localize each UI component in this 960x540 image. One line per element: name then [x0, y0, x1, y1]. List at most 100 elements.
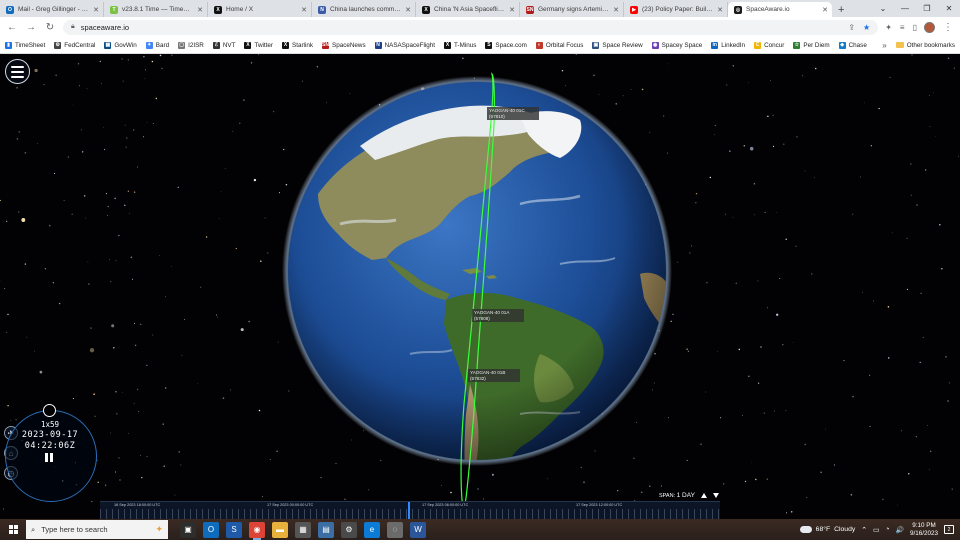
- browser-tab[interactable]: O Mail - Greg Gillinger - Outl ✕: [0, 2, 104, 17]
- file-explorer-icon[interactable]: ▬: [272, 521, 288, 538]
- taskbar-clock[interactable]: 9:10 PM 9/16/2023: [910, 522, 938, 538]
- restore-button[interactable]: ❐: [916, 4, 938, 13]
- back-button[interactable]: ←: [6, 22, 18, 33]
- browser-tab[interactable]: ▶ (23) Policy Paper: Building ✕: [624, 2, 728, 17]
- close-tab-icon[interactable]: ✕: [93, 6, 99, 14]
- timeline-cursor[interactable]: [408, 502, 410, 519]
- calculator-icon[interactable]: ▦: [295, 521, 311, 538]
- bookmark-item[interactable]: N NASASpaceFlight: [374, 41, 435, 49]
- browser-tab[interactable]: SN Germany signs Artemis Ac ✕: [520, 2, 624, 17]
- bookmark-item[interactable]: C Concur: [754, 41, 784, 49]
- new-tab-button[interactable]: +: [832, 2, 850, 17]
- edge-icon[interactable]: e: [364, 521, 380, 538]
- satellite-label-01a[interactable]: YAOGAN-40 01A (57808): [472, 309, 524, 322]
- browser-tab[interactable]: X Home / X ✕: [208, 2, 312, 17]
- bookmark-item[interactable]: ✦ Bard: [145, 41, 169, 49]
- span-increase-button[interactable]: [700, 493, 707, 498]
- bookmark-favicon-icon: C: [754, 41, 762, 49]
- close-tab-icon[interactable]: ✕: [717, 6, 723, 14]
- display-icon[interactable]: ▭: [873, 526, 879, 534]
- bookmark-label: Per Diem: [803, 41, 830, 49]
- minimize-button[interactable]: —: [894, 4, 916, 13]
- extensions-icon[interactable]: ✦: [885, 23, 892, 32]
- profile-avatar[interactable]: [924, 21, 935, 33]
- tab-search-button[interactable]: ⌄: [872, 4, 894, 13]
- time-rate-knob[interactable]: [43, 404, 56, 417]
- close-tab-icon[interactable]: ✕: [197, 6, 203, 14]
- bookmark-item[interactable]: X Twitter: [244, 41, 273, 49]
- outlook-icon[interactable]: O: [203, 521, 219, 538]
- bookmark-label: T-Minus: [454, 41, 477, 49]
- tab-title: Germany signs Artemis Ac: [538, 6, 610, 13]
- bookmark-favicon-icon: N: [374, 41, 382, 49]
- bookmark-label: TimeSheet: [15, 41, 46, 49]
- url-text[interactable]: spaceaware.io: [81, 23, 129, 32]
- bookmark-item[interactable]: ▮ TimeSheet: [5, 41, 46, 49]
- show-hidden-icons-button[interactable]: ⌃: [861, 526, 867, 534]
- timeline-label: 17 Sep 2023 00:00:00 UTC: [267, 503, 314, 507]
- reading-list-icon[interactable]: ≡: [900, 23, 905, 32]
- word-icon[interactable]: W: [410, 521, 426, 538]
- satellite-label-01c[interactable]: YAOGAN-40 01C (57810): [487, 107, 539, 120]
- photos-icon[interactable]: ▤: [318, 521, 334, 538]
- close-tab-icon[interactable]: ✕: [405, 6, 411, 14]
- search-placeholder: Type here to search: [41, 525, 108, 534]
- bookmarks-bar: ▮ TimeSheet ⚙ FedCentral ▦ GovWin ✦ Bard ▢ I2ISR ℰ…: [0, 37, 960, 54]
- network-icon[interactable]: ◔: [885, 526, 889, 534]
- reload-button[interactable]: ↻: [44, 22, 56, 33]
- other-bookmarks-folder[interactable]: Other bookmarks: [895, 42, 955, 49]
- weather-condition: Cloudy: [834, 526, 856, 533]
- browser-menu-icon[interactable]: ⋮: [942, 22, 954, 33]
- close-tab-icon[interactable]: ✕: [822, 6, 828, 14]
- share-icon[interactable]: ⇪: [848, 23, 855, 32]
- bookmark-item[interactable]: ◐ Orbital Focus: [535, 41, 583, 49]
- bookmark-item[interactable]: X Starlink: [282, 41, 313, 49]
- address-bar[interactable]: 🔒︎ spaceaware.io ⇪ ★: [63, 19, 879, 35]
- bookmark-item[interactable]: X T-Minus: [444, 41, 477, 49]
- bookmark-item[interactable]: ▢ I2ISR: [178, 41, 204, 49]
- bookmark-item[interactable]: ℰ NVT: [212, 41, 235, 49]
- bookmark-item[interactable]: ⚙ FedCentral: [54, 41, 95, 49]
- span-decrease-button[interactable]: [712, 493, 719, 498]
- satellite-label-01b[interactable]: YAOGAN-40 01B (57832): [468, 369, 520, 382]
- close-tab-icon[interactable]: ✕: [301, 6, 307, 14]
- task-view-icon[interactable]: ▣: [180, 521, 196, 538]
- spaceaware-app-icon[interactable]: S: [226, 521, 242, 538]
- bookmark-label: LinkedIn: [721, 41, 746, 49]
- bookmark-item[interactable]: ◆ Chase: [838, 41, 867, 49]
- chat-icon[interactable]: ◌: [387, 521, 403, 538]
- side-panel-icon[interactable]: ▯: [913, 23, 917, 32]
- timeline-label: 17 Sep 2023 06:00:00 UTC: [422, 503, 469, 507]
- chrome-icon[interactable]: ◉: [249, 521, 265, 540]
- earth-globe[interactable]: [0, 54, 960, 519]
- globe-viewport[interactable]: YAOGAN-40 01C (57810) YAOGAN-40 01A (578…: [0, 54, 960, 519]
- browser-tab[interactable]: Tv23.8.1 Time — Timesheet ✕: [104, 2, 208, 17]
- bookmark-item[interactable]: S Space.com: [485, 41, 527, 49]
- start-button[interactable]: [0, 519, 26, 540]
- bookmark-item[interactable]: ▣ Space Review: [592, 41, 643, 49]
- weather-widget[interactable]: 68°F Cloudy: [799, 526, 856, 533]
- system-tray: 68°F Cloudy ⌃ ▭ ◔ 🔊 9:10 PM 9/16/2023 2: [799, 522, 960, 538]
- browser-tab[interactable]: X China 'N Asia Spaceflight ✕: [416, 2, 520, 17]
- browser-tab[interactable]: N China launches commercia ✕: [312, 2, 416, 17]
- close-tab-icon[interactable]: ✕: [613, 6, 619, 14]
- timeline-bar[interactable]: 16 Sep 2023 18:00:00 UTC 17 Sep 2023 00:…: [100, 501, 720, 519]
- bookmark-item[interactable]: SN SpaceNews: [322, 41, 366, 49]
- notification-center-button[interactable]: 2: [944, 525, 954, 534]
- bookmarks-overflow-button[interactable]: »: [882, 41, 886, 50]
- bookmark-item[interactable]: ▦ GovWin: [104, 41, 137, 49]
- taskbar-search-box[interactable]: ⌕ Type here to search ✦: [26, 520, 168, 539]
- bookmark-item[interactable]: ☆ Per Diem: [793, 41, 830, 49]
- forward-button[interactable]: →: [25, 22, 37, 33]
- volume-icon[interactable]: 🔊: [896, 526, 904, 534]
- close-window-button[interactable]: ✕: [938, 4, 960, 13]
- bookmark-item[interactable]: in LinkedIn: [711, 41, 746, 49]
- bookmark-star-icon[interactable]: ★: [863, 23, 870, 32]
- bookmark-item[interactable]: ◉ Spacey Space: [651, 41, 702, 49]
- hamburger-menu-button[interactable]: [5, 59, 30, 84]
- close-tab-icon[interactable]: ✕: [509, 6, 515, 14]
- settings-icon[interactable]: ⚙: [341, 521, 357, 538]
- tab-title: Mail - Greg Gillinger - Outl: [18, 6, 90, 13]
- browser-tab[interactable]: ◎ SpaceAware.io ✕: [728, 2, 832, 17]
- pause-button[interactable]: [45, 453, 55, 463]
